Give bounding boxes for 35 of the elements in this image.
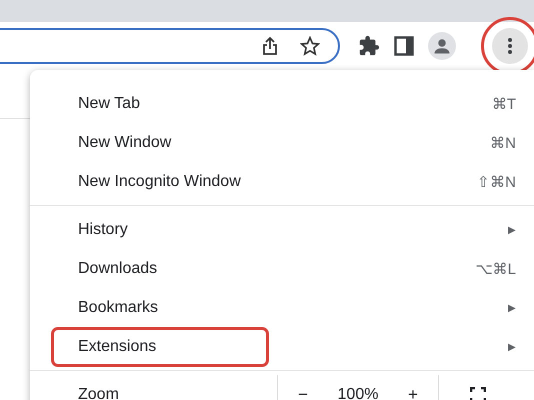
- puzzle-piece-icon[interactable]: [358, 35, 380, 57]
- menu-item[interactable]: Downloads ⌥⌘L: [30, 249, 534, 288]
- star-icon[interactable]: [300, 36, 320, 56]
- menu-item[interactable]: New Tab ⌘T: [30, 84, 534, 123]
- keyboard-shortcut: ⌘N: [490, 134, 516, 152]
- menu-item-label: Bookmarks: [78, 298, 158, 318]
- zoom-label: Zoom: [78, 384, 119, 400]
- keyboard-shortcut: ⌘T: [492, 94, 516, 112]
- address-bar[interactable]: [0, 28, 340, 64]
- menu-item[interactable]: New Window ⌘N: [30, 123, 534, 162]
- keyboard-shortcut: ⇧⌘N: [477, 172, 516, 190]
- menu-item[interactable]: Bookmarks ▶: [30, 288, 534, 327]
- menu-item-label: Downloads: [78, 258, 158, 278]
- person-icon: [433, 37, 451, 55]
- fullscreen-icon: [470, 386, 486, 400]
- profile-button[interactable]: [428, 32, 456, 60]
- menu-item[interactable]: Extensions ▶: [30, 327, 534, 366]
- menu-item[interactable]: New Incognito Window ⇧⌘N: [30, 162, 534, 201]
- side-panel-icon[interactable]: [394, 36, 414, 56]
- menu-item-label: New Window: [78, 132, 172, 152]
- highlighted-menu-item-label: Extensions: [54, 330, 266, 364]
- submenu-arrow: ▶: [508, 224, 516, 236]
- zoom-level: 100%: [336, 386, 380, 400]
- share-icon: [262, 36, 278, 56]
- more-menu-button[interactable]: [492, 28, 528, 64]
- submenu-arrow: ▶: [508, 302, 516, 314]
- menu-item-label: New Tab: [78, 94, 140, 114]
- menu-item-label: New Incognito Window: [78, 172, 241, 192]
- three-dots-icon: [508, 38, 512, 54]
- zoom-out-button[interactable]: −: [278, 384, 328, 400]
- submenu-arrow: ▶: [508, 340, 516, 352]
- zoom-in-button[interactable]: +: [388, 384, 438, 400]
- keyboard-shortcut: ⌥⌘L: [476, 260, 516, 278]
- menu-item[interactable]: History ▶: [30, 210, 534, 249]
- menu-item-label: History: [78, 220, 128, 240]
